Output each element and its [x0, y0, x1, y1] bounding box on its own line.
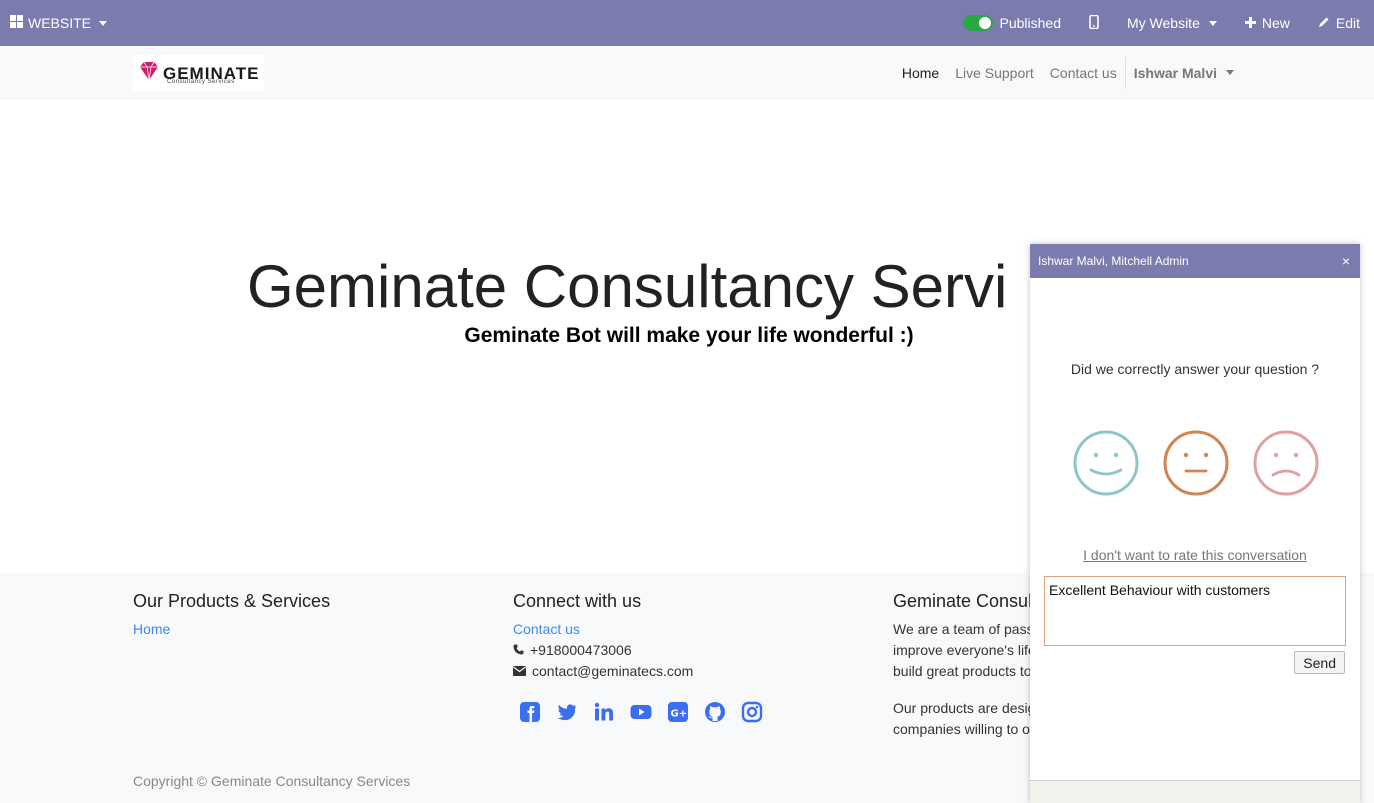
- social-links: G+: [518, 700, 763, 723]
- send-button[interactable]: Send: [1294, 651, 1345, 674]
- email-line: contact@geminatecs.com: [513, 661, 763, 682]
- apps-grid-icon: [10, 15, 23, 31]
- sad-face-icon[interactable]: [1253, 430, 1319, 501]
- new-button[interactable]: New: [1244, 15, 1290, 31]
- admin-bar: WEBSITE Published My Website New Edit: [0, 0, 1374, 46]
- about-line: Our products are desig: [893, 700, 1036, 716]
- livechat-window: Ishwar Malvi, Mitchell Admin × Did we co…: [1030, 244, 1360, 803]
- plus-icon: [1244, 15, 1256, 31]
- diamond-logo-icon: [138, 61, 160, 86]
- chevron-down-icon: [1208, 20, 1217, 26]
- feedback-input[interactable]: Excellent Behaviour with customers: [1044, 576, 1346, 646]
- nav-divider: [1124, 56, 1126, 89]
- livechat-header[interactable]: Ishwar Malvi, Mitchell Admin ×: [1030, 244, 1360, 278]
- website-menu[interactable]: WEBSITE: [10, 0, 108, 46]
- nav-home[interactable]: Home: [902, 65, 939, 81]
- edit-label: Edit: [1335, 15, 1360, 31]
- footer-products: Our Products & Services Home: [133, 591, 330, 640]
- chevron-down-icon: [99, 20, 108, 26]
- footer-home-link[interactable]: Home: [133, 621, 170, 637]
- nav-live-support[interactable]: Live Support: [955, 65, 1034, 81]
- site-logo[interactable]: GEMINATE Consultancy Services: [133, 55, 264, 91]
- pencil-icon: [1318, 15, 1330, 31]
- close-icon[interactable]: ×: [1342, 253, 1350, 269]
- published-label: Published: [999, 15, 1061, 31]
- livechat-title: Ishwar Malvi, Mitchell Admin: [1038, 254, 1189, 268]
- no-rate-link[interactable]: I don't want to rate this conversation: [1030, 547, 1360, 563]
- rating-question: Did we correctly answer your question ?: [1070, 361, 1320, 377]
- user-name: Ishwar Malvi: [1133, 64, 1217, 81]
- instagram-icon[interactable]: [740, 700, 763, 723]
- chevron-down-icon: [1226, 70, 1234, 75]
- main-nav: Home Live Support Contact us Ishwar Malv…: [886, 46, 1234, 99]
- happy-face-icon[interactable]: [1073, 430, 1139, 501]
- published-toggle[interactable]: Published: [963, 15, 1061, 31]
- email-address: contact@geminatecs.com: [532, 663, 694, 679]
- phone-line: +918000473006: [513, 640, 763, 661]
- edit-button[interactable]: Edit: [1318, 15, 1360, 31]
- nav-contact-us[interactable]: Contact us: [1050, 65, 1117, 81]
- products-heading: Our Products & Services: [133, 591, 331, 611]
- toggle-switch[interactable]: [963, 15, 994, 31]
- livechat-composer-bar: [1030, 780, 1360, 803]
- about-line: companies willing to o: [893, 721, 1030, 737]
- website-menu-label: WEBSITE: [28, 15, 92, 31]
- neutral-face-icon[interactable]: [1163, 430, 1229, 501]
- user-menu[interactable]: Ishwar Malvi: [1134, 65, 1234, 81]
- github-icon[interactable]: [703, 700, 726, 723]
- connect-heading: Connect with us: [513, 591, 642, 611]
- my-website-label: My Website: [1126, 15, 1200, 31]
- phone-icon: [513, 640, 524, 661]
- hero-title: Geminate Consultancy Servi: [247, 253, 1008, 320]
- new-label: New: [1261, 15, 1290, 31]
- about-line: improve everyone's life: [893, 642, 1036, 658]
- envelope-icon: [513, 661, 526, 682]
- footer-connect: Connect with us Contact us +918000473006…: [513, 591, 763, 723]
- site-header: GEMINATE Consultancy Services Home Live …: [0, 46, 1374, 99]
- youtube-icon[interactable]: [629, 700, 652, 723]
- rating-options: [1073, 430, 1319, 501]
- mobile-icon: [1089, 14, 1099, 32]
- about-line: We are a team of pass: [893, 621, 1034, 637]
- phone-number: +918000473006: [530, 642, 632, 658]
- about-line: build great products to: [893, 663, 1032, 679]
- svg-text:G+: G+: [670, 708, 687, 719]
- mobile-preview-button[interactable]: [1089, 14, 1099, 32]
- my-website-menu[interactable]: My Website: [1127, 15, 1217, 31]
- logo-subtext: Consultancy Services: [167, 79, 235, 85]
- twitter-icon[interactable]: [555, 700, 578, 723]
- linkedin-icon[interactable]: [592, 700, 615, 723]
- footer-contact-link[interactable]: Contact us: [513, 621, 580, 637]
- copyright: Copyright © Geminate Consultancy Service…: [133, 773, 411, 789]
- facebook-icon[interactable]: [518, 700, 541, 723]
- google-plus-icon[interactable]: G+: [666, 700, 689, 723]
